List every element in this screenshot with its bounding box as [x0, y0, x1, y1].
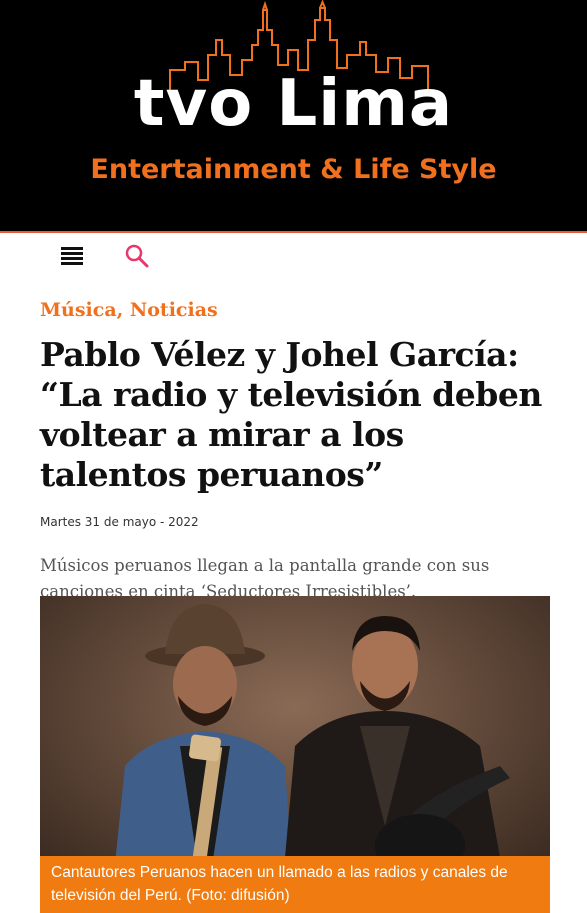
article-photo: Cantautores Peruanos hacen un llamado a … — [40, 596, 550, 913]
site-tagline: Entertainment & Life Style — [90, 154, 497, 185]
nav-bar — [0, 233, 587, 283]
category-link-noticias[interactable]: Noticias — [130, 299, 218, 321]
article-title: Pablo Vélez y Johel García: “La radio y … — [40, 335, 542, 494]
site-header: tvo Lima Entertainment & Life Style — [0, 0, 587, 233]
article-date: Martes 31 de mayo - 2022 — [40, 515, 199, 529]
hamburger-icon[interactable] — [61, 247, 83, 265]
article-content: Música, Noticias Pablo Vélez y Johel Gar… — [0, 299, 587, 605]
photo-caption: Cantautores Peruanos hacen un llamado a … — [40, 856, 550, 913]
search-icon[interactable] — [124, 243, 150, 269]
category-link-musica[interactable]: Música — [40, 299, 117, 321]
category-separator: , — [116, 299, 124, 321]
site-logo[interactable]: tvo Lima — [0, 72, 587, 136]
article-categories: Música, Noticias — [40, 299, 547, 321]
